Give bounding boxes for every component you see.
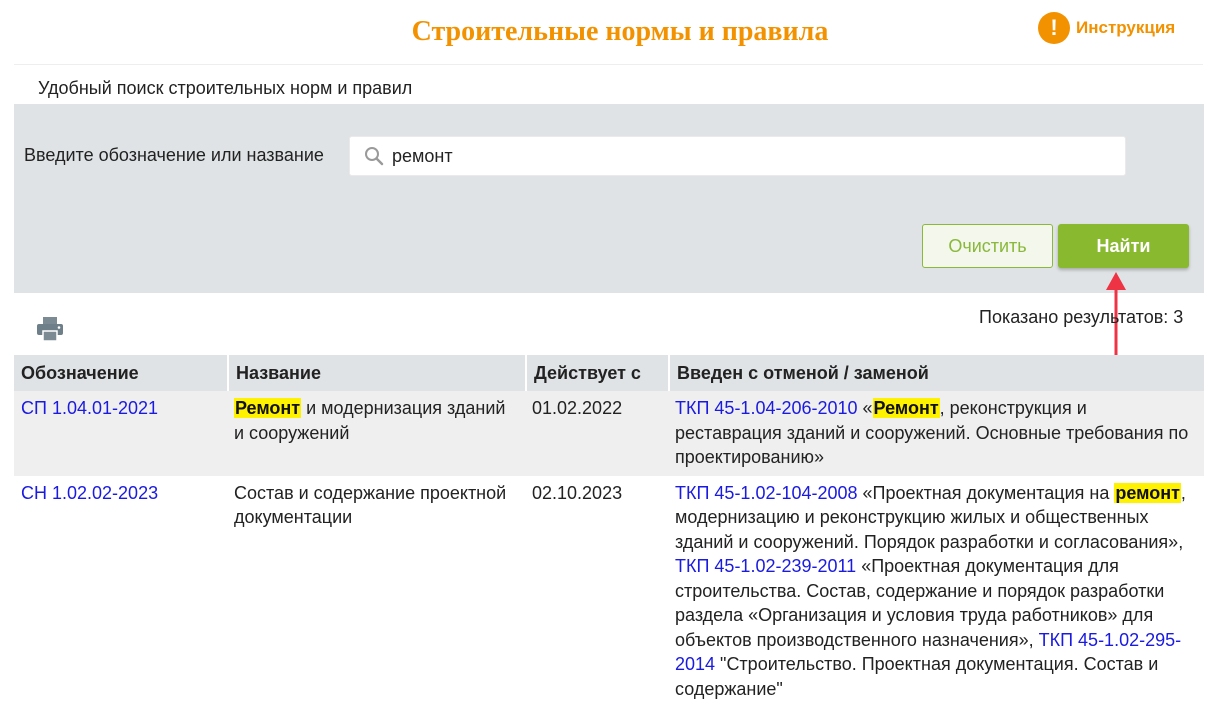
search-box[interactable] (349, 136, 1126, 176)
cell-replaced: ТКП 45-1.02-104-2008 «Проектная документ… (668, 476, 1204, 707)
text-fragment: « (858, 398, 873, 418)
cell-code: СН 1.02.02-2023 (14, 476, 227, 707)
column-header-name[interactable]: Название (227, 355, 525, 391)
instruction-label: Инструкция (1076, 18, 1175, 38)
cell-name: Ремонт и модернизация зданий и сооружени… (227, 391, 525, 476)
document-link[interactable]: ТКП 45-1.02-104-2008 (675, 483, 858, 503)
results-body: СП 1.04.01-2021 Ремонт и модернизация зда… (14, 391, 1204, 707)
exclamation-circle-icon: ! (1038, 12, 1070, 44)
column-header-date[interactable]: Действует с (525, 355, 668, 391)
column-header-replaced[interactable]: Введен с отменой / заменой (668, 355, 1204, 391)
document-code-link[interactable]: СН 1.02.02-2023 (21, 483, 158, 503)
cell-replaced: ТКП 45-1.04-206-2010 «Ремонт, реконструк… (668, 391, 1204, 476)
table-header-row: Обозначение Название Действует с Введен … (14, 355, 1204, 391)
cell-name: Состав и содержание проектной документац… (227, 476, 525, 707)
table-row: СН 1.02.02-2023 Состав и содержание проек… (14, 476, 1204, 707)
document-code-link[interactable]: СП 1.04.01-2021 (21, 398, 158, 418)
search-highlight: ремонт (1114, 483, 1181, 503)
search-input[interactable] (392, 137, 1112, 175)
document-link[interactable]: ТКП 45-1.04-206-2010 (675, 398, 858, 418)
instruction-link[interactable]: ! Инструкция (1038, 11, 1175, 45)
table-row: СП 1.04.01-2021 Ремонт и модернизация зда… (14, 391, 1204, 476)
document-link[interactable]: ТКП 45-1.02-239-2011 (675, 556, 856, 576)
search-icon (364, 146, 384, 166)
page-subtitle: Удобный поиск строительных норм и правил (38, 78, 412, 99)
find-button[interactable]: Найти (1058, 224, 1189, 268)
text-fragment: «Проектная документация на (858, 483, 1115, 503)
cell-date: 02.10.2023 (525, 476, 668, 707)
cell-date: 01.02.2022 (525, 391, 668, 476)
results-table: Обозначение Название Действует с Введен … (14, 355, 1204, 707)
text-fragment: "Строительство. Проектная документация. … (675, 654, 1158, 699)
search-label: Введите обозначение или название (24, 145, 324, 166)
column-header-code[interactable]: Обозначение (14, 355, 227, 391)
search-highlight: Ремонт (234, 398, 301, 418)
results-count: Показано результатов: 3 (979, 307, 1183, 328)
top-divider (14, 64, 1203, 65)
search-panel: Введите обозначение или название Очистит… (14, 104, 1204, 293)
cell-code: СП 1.04.01-2021 (14, 391, 227, 476)
printer-icon[interactable] (36, 316, 64, 342)
clear-button[interactable]: Очистить (922, 224, 1053, 268)
text-fragment: Состав и содержание проектной документац… (234, 483, 506, 528)
page-title: Строительные нормы и правила (0, 14, 1215, 50)
search-highlight: Ремонт (873, 398, 940, 418)
